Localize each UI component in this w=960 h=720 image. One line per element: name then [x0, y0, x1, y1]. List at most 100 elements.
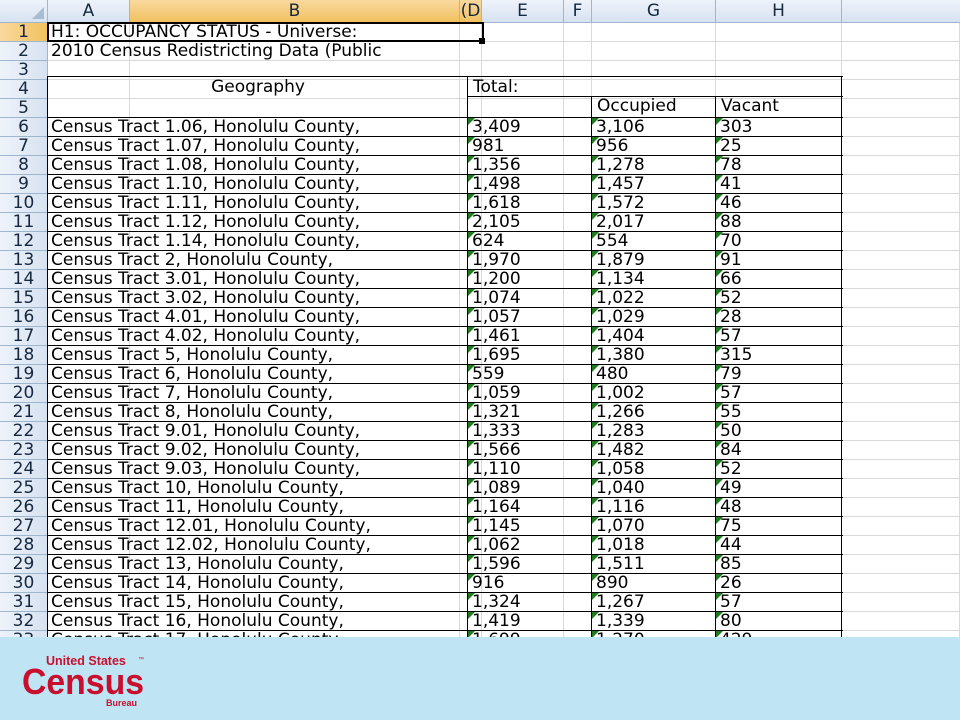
total-cell[interactable]: 1,164 — [468, 498, 590, 517]
vacant-cell[interactable]: 50 — [716, 422, 838, 441]
number-stored-as-text-flag[interactable] — [468, 365, 475, 372]
geography-cell[interactable]: Census Tract 1.08, Honolulu County, — [48, 156, 468, 175]
occupied-cell[interactable]: 1,879 — [592, 251, 714, 270]
vacant-cell[interactable]: 26 — [716, 574, 838, 593]
number-stored-as-text-flag[interactable] — [468, 593, 475, 600]
number-stored-as-text-flag[interactable] — [592, 422, 599, 429]
number-stored-as-text-flag[interactable] — [592, 308, 599, 315]
number-stored-as-text-flag[interactable] — [468, 555, 475, 562]
number-stored-as-text-flag[interactable] — [468, 346, 475, 353]
number-stored-as-text-flag[interactable] — [468, 251, 475, 258]
column-header-e[interactable]: E — [482, 0, 564, 23]
vacant-cell[interactable]: 79 — [716, 365, 838, 384]
geography-cell[interactable]: Census Tract 4.02, Honolulu County, — [48, 327, 468, 346]
total-cell[interactable]: 1,419 — [468, 612, 590, 631]
number-stored-as-text-flag[interactable] — [592, 365, 599, 372]
geography-cell[interactable]: Census Tract 1.07, Honolulu County, — [48, 137, 468, 156]
occupied-cell[interactable]: 1,482 — [592, 441, 714, 460]
row-header[interactable]: 17 — [0, 327, 48, 346]
total-cell[interactable]: 1,324 — [468, 593, 590, 612]
occupied-cell[interactable]: 1,002 — [592, 384, 714, 403]
total-cell[interactable]: 1,110 — [468, 460, 590, 479]
row-header[interactable]: 13 — [0, 251, 48, 270]
number-stored-as-text-flag[interactable] — [716, 175, 723, 182]
number-stored-as-text-flag[interactable] — [716, 194, 723, 201]
number-stored-as-text-flag[interactable] — [592, 441, 599, 448]
column-header-b[interactable]: B — [130, 0, 460, 23]
occupied-cell[interactable]: 1,511 — [592, 555, 714, 574]
number-stored-as-text-flag[interactable] — [716, 137, 723, 144]
row-header[interactable]: 11 — [0, 213, 48, 232]
number-stored-as-text-flag[interactable] — [592, 137, 599, 144]
number-stored-as-text-flag[interactable] — [592, 327, 599, 334]
number-stored-as-text-flag[interactable] — [592, 270, 599, 277]
number-stored-as-text-flag[interactable] — [716, 555, 723, 562]
vacant-cell[interactable]: 25 — [716, 137, 838, 156]
vacant-cell[interactable]: 85 — [716, 555, 838, 574]
row-header[interactable]: 30 — [0, 574, 48, 593]
number-stored-as-text-flag[interactable] — [716, 213, 723, 220]
geography-cell[interactable]: Census Tract 12.01, Honolulu County, — [48, 517, 468, 536]
number-stored-as-text-flag[interactable] — [592, 346, 599, 353]
number-stored-as-text-flag[interactable] — [468, 175, 475, 182]
geography-header[interactable]: Geography — [48, 78, 468, 97]
number-stored-as-text-flag[interactable] — [468, 137, 475, 144]
row-header[interactable]: 31 — [0, 593, 48, 612]
number-stored-as-text-flag[interactable] — [468, 479, 475, 486]
total-cell[interactable]: 1,498 — [468, 175, 590, 194]
number-stored-as-text-flag[interactable] — [468, 422, 475, 429]
number-stored-as-text-flag[interactable] — [592, 555, 599, 562]
vacant-cell[interactable]: 75 — [716, 517, 838, 536]
row-header[interactable]: 6 — [0, 118, 48, 137]
geography-cell[interactable]: Census Tract 1.10, Honolulu County, — [48, 175, 468, 194]
number-stored-as-text-flag[interactable] — [716, 517, 723, 524]
geography-cell[interactable]: Census Tract 15, Honolulu County, — [48, 593, 468, 612]
row-header[interactable]: 32 — [0, 612, 48, 631]
number-stored-as-text-flag[interactable] — [592, 156, 599, 163]
total-cell[interactable]: 1,461 — [468, 327, 590, 346]
column-header-d[interactable]: (D — [460, 0, 482, 23]
subtitle-cell[interactable]: 2010 Census Redistricting Data (Public — [48, 42, 468, 61]
geography-cell[interactable]: Census Tract 8, Honolulu County, — [48, 403, 468, 422]
number-stored-as-text-flag[interactable] — [716, 593, 723, 600]
number-stored-as-text-flag[interactable] — [716, 251, 723, 258]
row-header[interactable]: 26 — [0, 498, 48, 517]
geography-cell[interactable]: Census Tract 12.02, Honolulu County, — [48, 536, 468, 555]
vacant-cell[interactable]: 52 — [716, 460, 838, 479]
vacant-cell[interactable]: 44 — [716, 536, 838, 555]
number-stored-as-text-flag[interactable] — [468, 118, 475, 125]
geography-cell[interactable]: Census Tract 2, Honolulu County, — [48, 251, 468, 270]
row-header[interactable]: 9 — [0, 175, 48, 194]
vacant-cell[interactable]: 41 — [716, 175, 838, 194]
row-header[interactable]: 29 — [0, 555, 48, 574]
vacant-cell[interactable]: 57 — [716, 327, 838, 346]
geography-cell[interactable]: Census Tract 9.01, Honolulu County, — [48, 422, 468, 441]
vacant-cell[interactable]: 66 — [716, 270, 838, 289]
geography-cell[interactable]: Census Tract 3.02, Honolulu County, — [48, 289, 468, 308]
total-cell[interactable]: 3,409 — [468, 118, 590, 137]
vacant-cell[interactable]: 80 — [716, 612, 838, 631]
number-stored-as-text-flag[interactable] — [716, 327, 723, 334]
spreadsheet[interactable]: A B (D E F G H 1 2 3 4 5 6 7 8 9 10 11 12 13 14 15 16 17… — [0, 0, 960, 637]
total-cell[interactable]: 1,333 — [468, 422, 590, 441]
number-stored-as-text-flag[interactable] — [592, 384, 599, 391]
number-stored-as-text-flag[interactable] — [592, 536, 599, 543]
number-stored-as-text-flag[interactable] — [468, 213, 475, 220]
number-stored-as-text-flag[interactable] — [716, 441, 723, 448]
geography-cell[interactable]: Census Tract 1.11, Honolulu County, — [48, 194, 468, 213]
number-stored-as-text-flag[interactable] — [716, 308, 723, 315]
occupied-cell[interactable]: 1,040 — [592, 479, 714, 498]
row-header[interactable]: 10 — [0, 194, 48, 213]
occupied-cell[interactable]: 480 — [592, 365, 714, 384]
total-cell[interactable]: 2,105 — [468, 213, 590, 232]
row-header[interactable]: 19 — [0, 365, 48, 384]
number-stored-as-text-flag[interactable] — [716, 422, 723, 429]
total-cell[interactable]: 1,200 — [468, 270, 590, 289]
number-stored-as-text-flag[interactable] — [592, 517, 599, 524]
fill-handle[interactable] — [479, 38, 485, 44]
number-stored-as-text-flag[interactable] — [716, 460, 723, 467]
row-header[interactable]: 3 — [0, 61, 48, 80]
number-stored-as-text-flag[interactable] — [468, 194, 475, 201]
column-header-a[interactable]: A — [48, 0, 130, 23]
vacant-header[interactable]: Vacant — [718, 97, 838, 116]
